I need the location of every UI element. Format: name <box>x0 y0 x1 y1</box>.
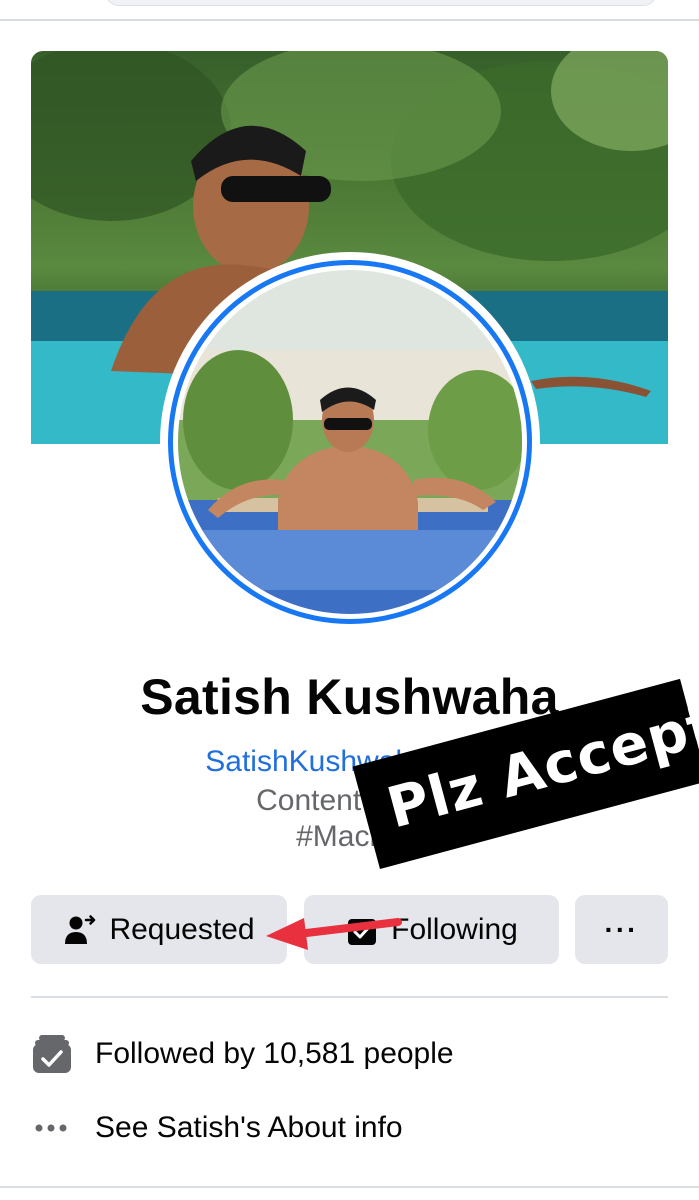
search-bar[interactable] <box>105 0 657 6</box>
bottom-divider <box>0 1186 699 1188</box>
followers-stack-icon <box>31 1033 73 1075</box>
top-divider <box>0 19 699 21</box>
person-arrow-icon <box>63 913 97 947</box>
profile-bio-line-2: #Macha <box>296 820 403 853</box>
requested-button[interactable]: Requested <box>31 895 287 964</box>
followers-text: Followed by 10,581 people <box>95 1037 454 1070</box>
ellipsis-icon <box>31 1107 73 1149</box>
requested-label: Requested <box>109 912 255 946</box>
more-options-button[interactable]: ··· <box>575 895 668 964</box>
more-dots-icon: ··· <box>604 913 639 945</box>
section-divider <box>31 996 668 998</box>
about-info-row[interactable]: See Satish's About info <box>31 1106 671 1150</box>
following-label: Following <box>391 912 518 946</box>
followers-info-row: Followed by 10,581 people <box>31 1032 671 1076</box>
red-arrow-annotation <box>266 918 402 950</box>
about-info-text: See Satish's About info <box>95 1111 403 1144</box>
avatar-photo <box>178 270 522 614</box>
